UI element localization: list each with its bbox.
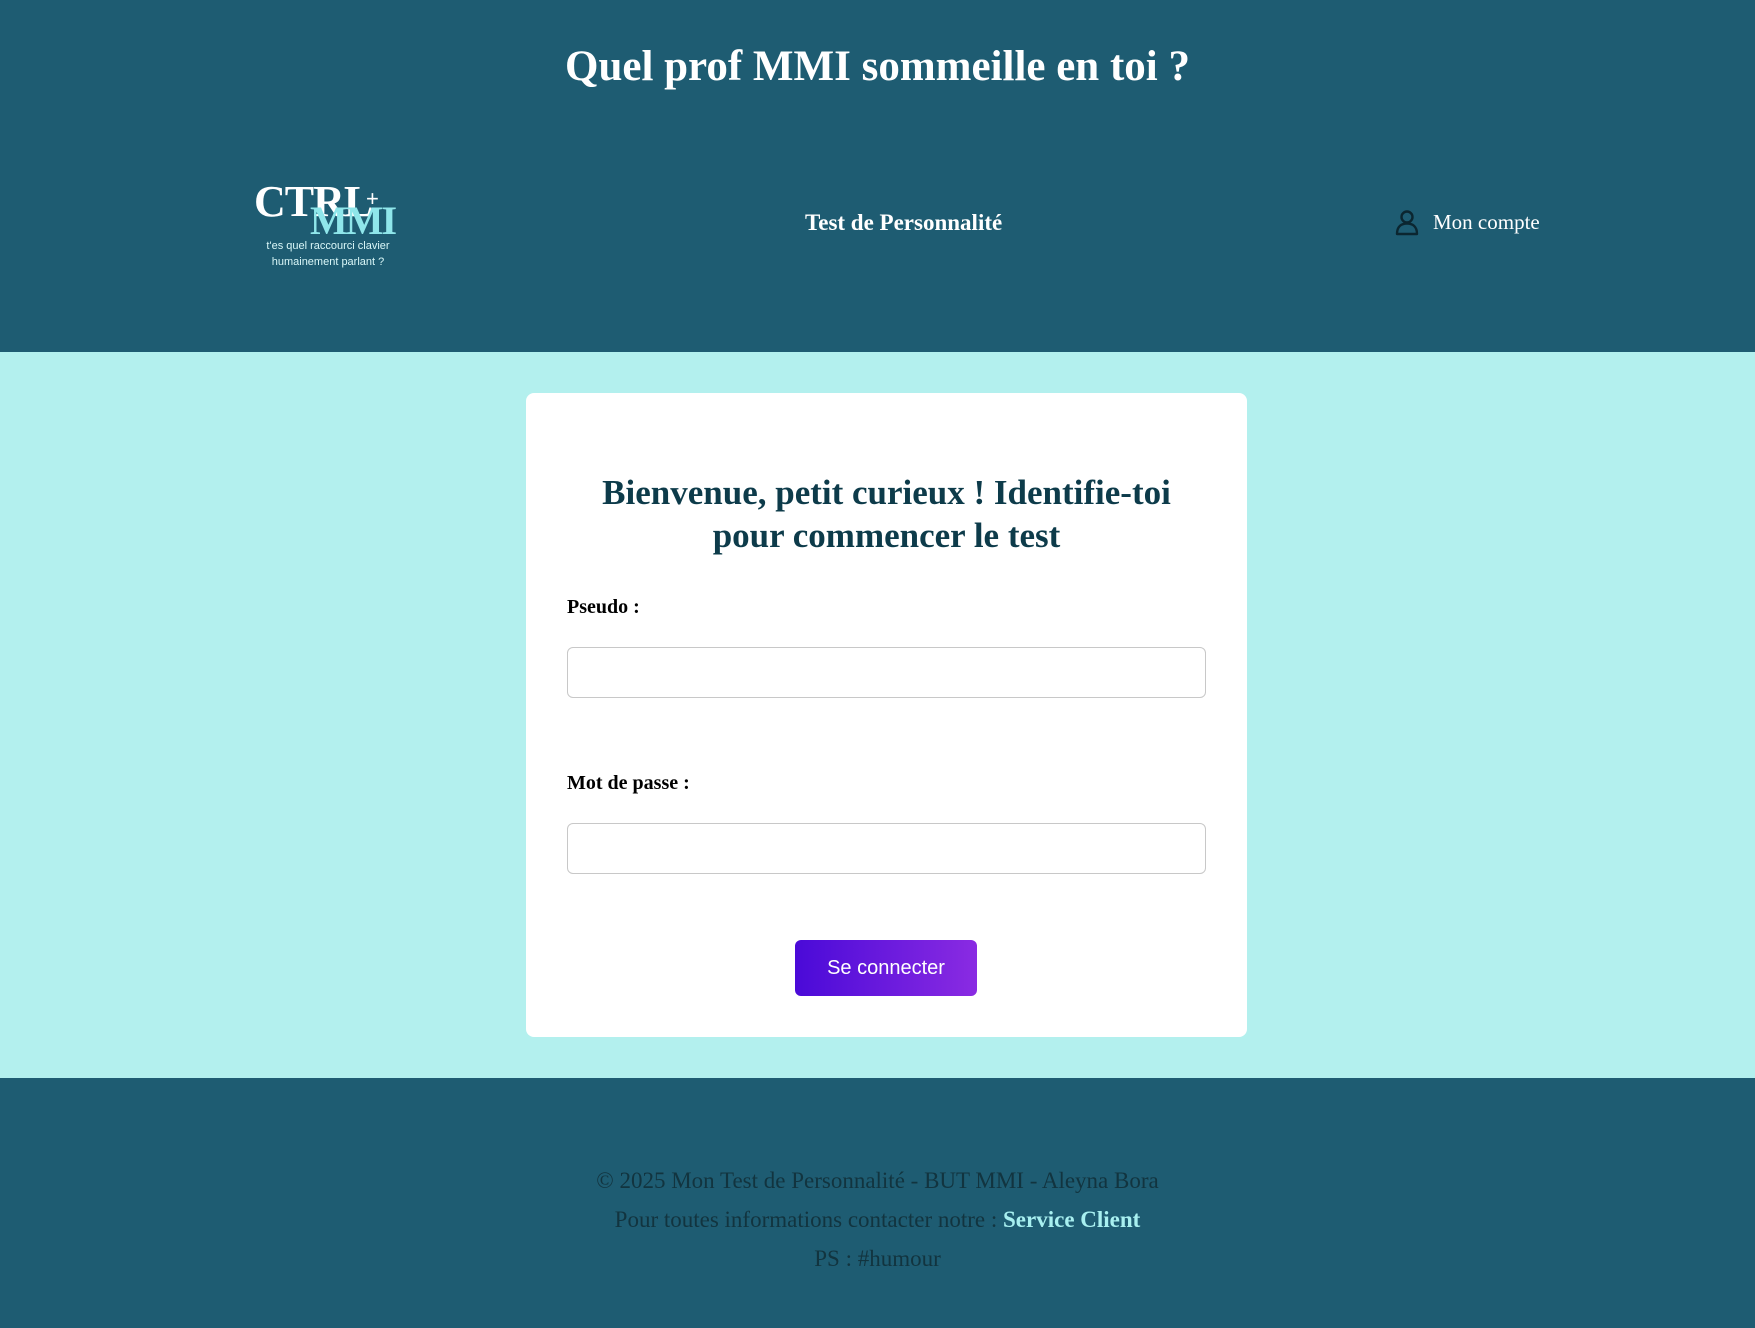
site-header: Quel prof MMI sommeille en toi ? CTRL MM…	[0, 0, 1755, 352]
account-link[interactable]: Mon compte	[1393, 208, 1540, 236]
login-heading: Bienvenue, petit curieux ! Identifie-toi…	[556, 471, 1217, 557]
login-button[interactable]: Se connecter	[795, 940, 977, 996]
service-client-link[interactable]: Service Client	[1003, 1207, 1140, 1232]
logo-mmi-text: MMI	[310, 198, 397, 243]
logo-tagline: t'es quel raccourci clavier humainement …	[248, 238, 408, 270]
nav-link-personality-test[interactable]: Test de Personnalité	[805, 210, 1002, 236]
account-label: Mon compte	[1433, 209, 1540, 234]
logo-tagline-line-2: humainement parlant ?	[271, 256, 385, 268]
footer-contact-text: Pour toutes informations contacter notre…	[614, 1207, 1004, 1232]
logo-tagline-line-1: t'es quel raccourci clavier	[266, 240, 390, 252]
login-heading-line-2: pour commencer le test	[712, 516, 1061, 555]
site-title: Quel prof MMI sommeille en toi ?	[565, 43, 1190, 90]
footer-copyright: © 2025 Mon Test de Personnalité - BUT MM…	[596, 1168, 1159, 1193]
logo-plus-text: +	[366, 186, 379, 211]
login-heading-line-1: Bienvenue, petit curieux ! Identifie-toi	[602, 473, 1171, 512]
footer-ps: PS : #humour	[814, 1246, 941, 1271]
login-card: Bienvenue, petit curieux ! Identifie-toi…	[526, 393, 1247, 1037]
footer-contact: Pour toutes informations contacter notre…	[0, 1207, 1755, 1233]
pseudo-input[interactable]	[567, 647, 1206, 698]
site-logo[interactable]: CTRL MMI + t'es quel raccourci clavier h…	[253, 180, 403, 272]
site-footer: © 2025 Mon Test de Personnalité - BUT MM…	[0, 1078, 1755, 1328]
user-icon	[1395, 210, 1419, 236]
password-input[interactable]	[567, 823, 1206, 874]
password-label: Mot de passe :	[567, 772, 690, 794]
pseudo-label: Pseudo :	[567, 596, 640, 618]
